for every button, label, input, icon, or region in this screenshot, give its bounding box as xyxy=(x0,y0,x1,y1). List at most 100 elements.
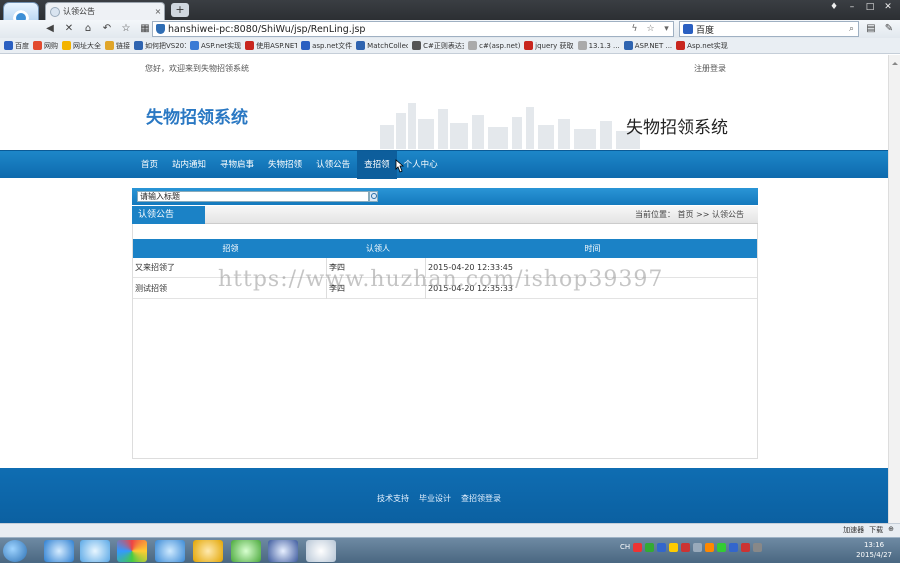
bookmark-item[interactable]: 如何把VS2010 xyxy=(134,41,186,51)
dropdown-icon[interactable]: ▾ xyxy=(660,24,673,34)
welcome-text: 您好，欢迎来到失物招领系统 xyxy=(145,64,249,73)
bookmark-label: 13.1.3 ... xyxy=(588,41,620,50)
bookmark-item[interactable]: 百度 xyxy=(4,41,29,51)
tray-icon[interactable] xyxy=(669,543,679,552)
clock-time: 13:16 xyxy=(863,541,885,549)
bookmark-label: MatchCollec xyxy=(367,41,409,50)
nav-item[interactable]: 站内通知 xyxy=(165,151,213,179)
bookmark-item[interactable]: 13.1.3 ... xyxy=(577,41,620,50)
tray-icon[interactable] xyxy=(717,543,727,552)
footer-link-graduation[interactable]: 毕业设计 xyxy=(419,493,451,504)
breadcrumb: 当前位置： 首页 >> 认领公告 xyxy=(634,210,744,219)
bookmark-item[interactable]: ASP.net实现 xyxy=(190,41,241,51)
nav-item[interactable]: 失物招领 xyxy=(261,151,309,179)
home-icon[interactable]: ⌂ xyxy=(80,21,96,37)
zoom-icon[interactable]: ⊕ xyxy=(888,525,894,535)
shield-icon xyxy=(156,24,165,34)
nav-item[interactable]: 查招领 xyxy=(357,151,397,179)
bookmark-label: 网购 xyxy=(44,41,58,50)
bookmark-item[interactable]: ASP.NET ... xyxy=(623,41,673,50)
bookmark-item[interactable]: C#正则表达式 xyxy=(412,41,464,51)
360-app-icon[interactable] xyxy=(231,540,261,562)
bookmark-icon xyxy=(623,41,633,50)
lightning-icon[interactable]: ϟ xyxy=(628,24,641,34)
back-icon[interactable]: ◀ xyxy=(42,21,58,37)
bookmark-icon xyxy=(4,41,13,50)
close-tab-icon[interactable]: × xyxy=(152,7,164,16)
section-header: 认领公告 当前位置： 首页 >> 认领公告 xyxy=(132,206,758,224)
search-button-icon[interactable] xyxy=(369,191,378,202)
bookmark-item[interactable]: 网购 xyxy=(33,41,58,51)
browser-tab[interactable]: 认领公告 × xyxy=(45,2,165,20)
browser-status-bar: 加速器 下载 ⊕ xyxy=(0,523,900,537)
tray-icon[interactable] xyxy=(693,543,703,552)
title-search-input[interactable]: 请输入标题 xyxy=(137,191,369,202)
undo-icon[interactable]: ↶ xyxy=(99,21,115,37)
tray-icon[interactable] xyxy=(729,543,739,552)
maximize-icon[interactable]: □ xyxy=(862,1,878,13)
tray-icon[interactable] xyxy=(645,543,655,552)
taskbar-clock[interactable]: 13:16 2015/4/27 xyxy=(856,540,892,560)
window-menu-icon[interactable]: ♦ xyxy=(826,1,842,13)
close-window-icon[interactable]: ✕ xyxy=(880,1,896,13)
tray-icon[interactable] xyxy=(681,543,691,552)
bookmark-icon xyxy=(301,41,311,50)
address-url[interactable]: hanshiwei-pc:8080/ShiWu/jsp/RenLing.jsp xyxy=(168,24,625,35)
tools-icon[interactable]: ✎ xyxy=(882,21,896,37)
bookmark-item[interactable]: 网址大全 xyxy=(62,41,101,51)
new-tab-button[interactable]: + xyxy=(171,3,189,17)
download-label[interactable]: 下载 xyxy=(869,525,883,535)
minimize-icon[interactable]: – xyxy=(844,1,860,13)
bookmark-item[interactable]: asp.net文件 xyxy=(301,41,352,51)
bookmark-item[interactable]: jquery 获取 xyxy=(524,41,574,51)
bookmark-item[interactable]: 链接 xyxy=(105,41,130,51)
tray-icon[interactable] xyxy=(741,543,751,552)
site-header: 失物招领系统 失物招领系统 xyxy=(0,77,888,149)
bookmark-item[interactable]: c#(asp.net) xyxy=(468,41,520,50)
nav-item[interactable]: 认领公告 xyxy=(309,151,357,179)
bookmark-item[interactable]: 使用ASP.NET xyxy=(245,41,297,51)
tray-icon[interactable] xyxy=(705,543,715,552)
start-button[interactable] xyxy=(3,540,27,562)
footer-link-support[interactable]: 技术支持 xyxy=(377,493,409,504)
bookmark-label: 链接 xyxy=(116,41,130,50)
screenshot-app-icon[interactable] xyxy=(306,540,336,562)
search-engine-label[interactable]: 百度 xyxy=(696,23,842,36)
bookmark-label: ASP.NET ... xyxy=(634,41,673,50)
nav-item[interactable]: 首页 xyxy=(134,151,165,179)
bookmark-label: c#(asp.net) xyxy=(479,41,521,50)
nav-item[interactable]: 寻物启事 xyxy=(213,151,261,179)
site-title: 失物招领系统 xyxy=(626,118,728,138)
volume-icon[interactable] xyxy=(753,543,763,552)
vertical-scrollbar[interactable] xyxy=(888,55,900,537)
feiq-app-icon[interactable] xyxy=(155,540,185,562)
register-login-link[interactable]: 注册登录 xyxy=(694,63,726,74)
kuaibo-app-icon[interactable] xyxy=(44,540,74,562)
eclipse-app-icon[interactable] xyxy=(268,540,298,562)
site-logo[interactable]: 失物招领系统 xyxy=(146,103,248,128)
bookmark-icon xyxy=(524,41,534,50)
bookmark-label: ASP.net实现 xyxy=(201,41,242,50)
chrome-app-icon[interactable] xyxy=(117,540,147,562)
accelerator-label[interactable]: 加速器 xyxy=(843,525,864,535)
tray-icon[interactable] xyxy=(633,543,643,552)
favorites-icon[interactable]: ▤ xyxy=(864,21,878,37)
search-icon[interactable]: ⌕ xyxy=(845,24,858,34)
bookmark-icon xyxy=(190,41,199,50)
baidu-icon xyxy=(683,24,693,34)
bookmark-item[interactable]: Asp.net实现 xyxy=(676,41,728,51)
grid-menu-icon[interactable]: ▦ xyxy=(137,21,153,37)
address-bar[interactable]: hanshiwei-pc:8080/ShiWu/jsp/RenLing.jsp … xyxy=(152,21,674,37)
bookmark-item[interactable]: MatchCollec xyxy=(356,41,408,50)
stop-icon[interactable]: ✕ xyxy=(61,21,77,37)
favorite-star-icon[interactable]: ☆ xyxy=(118,21,134,37)
browser-search-box[interactable]: 百度 ⌕ xyxy=(679,21,859,37)
browser-app-icon[interactable] xyxy=(80,540,110,562)
footer-link-login[interactable]: 查招领登录 xyxy=(461,493,501,504)
star-icon[interactable]: ☆ xyxy=(644,24,657,34)
windows-taskbar: CH 13:16 2015/4/27 xyxy=(0,537,900,563)
bookmark-label: jquery 获取 xyxy=(535,41,574,50)
tool-app-icon[interactable] xyxy=(193,540,223,562)
input-language[interactable]: CH xyxy=(620,543,630,552)
tray-icon[interactable] xyxy=(657,543,667,552)
